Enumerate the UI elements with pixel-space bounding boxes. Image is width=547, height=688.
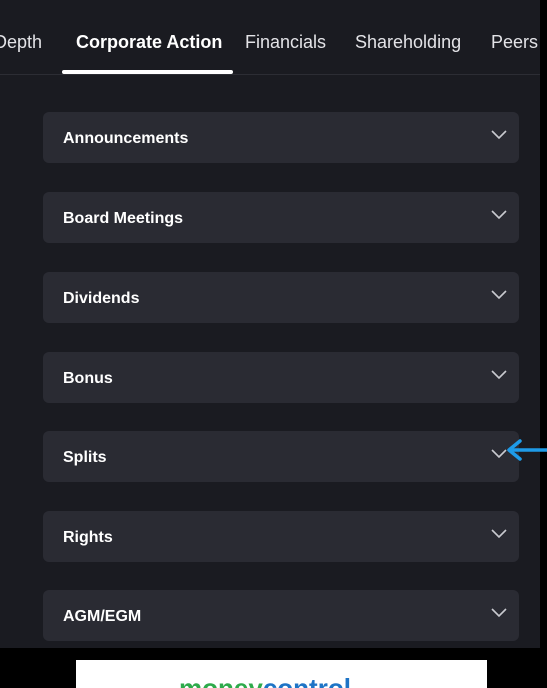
chevron-down-icon[interactable]: [491, 130, 507, 140]
chevron-down-icon[interactable]: [491, 529, 507, 539]
section-label: Dividends: [63, 290, 140, 307]
arrow-left-icon: [507, 439, 547, 461]
tab-bar: Depth Corporate Action Financials Shareh…: [0, 0, 540, 75]
moneycontrol-logo: moneycontrol: [179, 673, 351, 688]
tab-corporate-action[interactable]: Corporate Action: [76, 31, 222, 53]
section-dividends[interactable]: Dividends: [43, 272, 519, 323]
chevron-down-icon[interactable]: [491, 210, 507, 220]
tab-shareholding[interactable]: Shareholding: [355, 31, 461, 53]
chevron-down-icon[interactable]: [491, 608, 507, 618]
section-label: AGM/EGM: [63, 608, 142, 625]
ad-banner[interactable]: moneycontrol: [76, 660, 487, 688]
chevron-down-icon[interactable]: [491, 370, 507, 380]
section-label: Board Meetings: [63, 210, 184, 227]
chevron-down-icon[interactable]: [491, 290, 507, 300]
screen-edge: [540, 0, 547, 688]
section-bonus[interactable]: Bonus: [43, 352, 519, 403]
section-announcements[interactable]: Announcements: [43, 112, 519, 163]
tab-peers[interactable]: Peers: [491, 31, 538, 53]
tab-financials[interactable]: Financials: [245, 31, 326, 53]
section-rights[interactable]: Rights: [43, 511, 519, 562]
section-label: Rights: [63, 529, 113, 546]
section-label: Announcements: [63, 130, 189, 147]
section-splits[interactable]: Splits: [43, 431, 519, 482]
active-tab-indicator: [62, 70, 233, 74]
section-board-meetings[interactable]: Board Meetings: [43, 192, 519, 243]
section-agm-egm[interactable]: AGM/EGM: [43, 590, 519, 641]
section-label: Splits: [63, 449, 107, 466]
section-label: Bonus: [63, 370, 113, 387]
corporate-action-screen: Depth Corporate Action Financials Shareh…: [0, 0, 540, 648]
tab-depth[interactable]: Depth: [0, 31, 42, 53]
